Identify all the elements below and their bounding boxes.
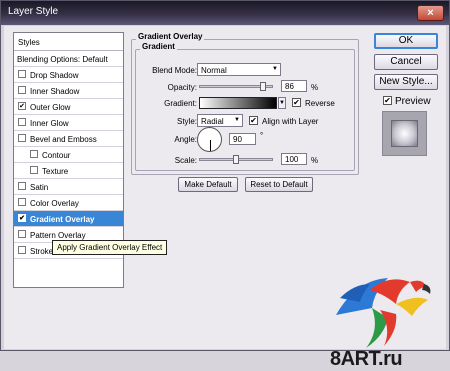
blend-mode-select[interactable]: Normal ▼: [197, 63, 281, 76]
checkmark-icon: ✔: [384, 96, 391, 105]
scale-input[interactable]: 100: [281, 153, 307, 165]
chevron-down-icon: ▼: [234, 117, 240, 123]
gradient-overlay-title: Gradient Overlay: [136, 32, 205, 41]
style-item-label: Stroke: [30, 247, 54, 256]
style-item-label: Texture: [42, 167, 69, 176]
style-item-label: Gradient Overlay: [30, 215, 95, 224]
style-item-checkbox[interactable]: [18, 118, 26, 126]
preview-swatch-inner: [391, 120, 418, 147]
close-button[interactable]: ×: [417, 5, 444, 21]
checkmark-icon: ✔: [250, 116, 257, 125]
angle-dial-needle: [210, 140, 211, 151]
style-item-checkbox[interactable]: [18, 246, 26, 254]
style-item[interactable]: Texture: [14, 163, 123, 179]
style-item-checkbox[interactable]: ✔: [18, 214, 26, 222]
opacity-input[interactable]: 86: [281, 80, 307, 92]
scale-slider-thumb[interactable]: [233, 155, 239, 164]
style-item-checkbox[interactable]: [18, 182, 26, 190]
scale-label: Scale:: [174, 156, 197, 165]
reset-to-default-button[interactable]: Reset to Default: [245, 177, 313, 192]
dialog-body: Styles Blending Options: Default Drop Sh…: [4, 26, 446, 370]
style-item[interactable]: Satin: [14, 179, 123, 195]
style-item[interactable]: Contour: [14, 147, 123, 163]
style-item-label: Color Overlay: [30, 199, 79, 208]
new-style-button[interactable]: New Style...: [374, 74, 438, 90]
style-item-label: Satin: [30, 183, 49, 192]
style-item[interactable]: Inner Shadow: [14, 83, 123, 99]
opacity-slider-thumb[interactable]: [259, 82, 266, 91]
align-with-layer-label: Align with Layer: [262, 117, 319, 126]
style-item[interactable]: Inner Glow: [14, 115, 123, 131]
style-item-label: Inner Glow: [30, 119, 69, 128]
style-item-checkbox[interactable]: [18, 86, 26, 94]
angle-input[interactable]: 90: [229, 133, 256, 145]
blend-mode-value: Normal: [201, 66, 227, 75]
style-item-label: Pattern Overlay: [30, 231, 86, 240]
angle-label: Angle:: [174, 135, 197, 144]
watermark-text: 8ART.ru: [330, 348, 403, 370]
style-blending-options[interactable]: Blending Options: Default: [14, 51, 123, 67]
style-item[interactable]: Drop Shadow: [14, 67, 123, 83]
style-label: Style:: [176, 117, 197, 126]
gradient-label: Gradient:: [164, 99, 197, 108]
preview-label: Preview: [395, 96, 431, 107]
angle-degree: °: [260, 131, 264, 140]
style-item-checkbox[interactable]: [30, 150, 38, 158]
ok-button[interactable]: OK: [374, 33, 438, 49]
style-item-checkbox[interactable]: [30, 166, 38, 174]
dialog-title: Layer Style: [8, 6, 59, 17]
preview-checkbox[interactable]: ✔: [383, 96, 392, 105]
style-item-label: Inner Shadow: [30, 87, 80, 96]
style-item-checkbox[interactable]: [18, 230, 26, 238]
layer-style-dialog: Layer Style × Styles Blending Options: D…: [0, 0, 450, 370]
reverse-checkbox[interactable]: ✔: [292, 98, 301, 107]
reverse-label: Reverse: [305, 99, 335, 108]
parrot-logo: [336, 278, 431, 348]
style-value: Radial: [201, 117, 224, 126]
opacity-percent: %: [311, 83, 319, 92]
style-item-checkbox[interactable]: [18, 198, 26, 206]
title-bar[interactable]: Layer Style ×: [1, 1, 449, 25]
parrot-wing-yellow: [396, 297, 428, 316]
style-item-checkbox[interactable]: [18, 134, 26, 142]
blend-mode-label: Blend Mode:: [152, 66, 197, 75]
checkmark-icon: ✔: [293, 98, 300, 107]
scale-percent: %: [311, 156, 319, 165]
gradient-picker-button[interactable]: ▼: [278, 97, 286, 109]
make-default-button[interactable]: Make Default: [178, 177, 238, 192]
chevron-down-icon: ▼: [279, 100, 285, 106]
close-icon: ×: [427, 7, 434, 19]
style-select[interactable]: Radial ▼: [197, 114, 243, 127]
gradient-swatch[interactable]: [199, 97, 277, 109]
style-item-label: Contour: [42, 151, 71, 160]
styles-list-header[interactable]: Styles: [14, 33, 123, 51]
gradient-overlay-group: Gradient Overlay Gradient Blend Mode: No…: [129, 32, 359, 175]
style-blending-options-label: Blending Options: Default: [17, 55, 108, 64]
style-item-label: Outer Glow: [30, 103, 71, 112]
style-item[interactable]: Color Overlay: [14, 195, 123, 211]
style-item-checkbox[interactable]: [18, 70, 26, 78]
style-item[interactable]: ✔ Outer Glow: [14, 99, 123, 115]
tooltip: Apply Gradient Overlay Effect: [52, 240, 168, 255]
cancel-button[interactable]: Cancel: [374, 54, 438, 70]
style-item[interactable]: ✔ Gradient Overlay: [14, 211, 123, 227]
style-item-checkbox[interactable]: ✔: [18, 102, 26, 110]
gradient-subtitle: Gradient: [140, 42, 177, 51]
opacity-label: Opacity:: [167, 83, 197, 92]
chevron-down-icon: ▼: [272, 66, 278, 72]
preview-swatch: [382, 111, 427, 156]
style-item-label: Bevel and Emboss: [30, 135, 97, 144]
style-item-label: Drop Shadow: [30, 71, 79, 80]
align-with-layer-checkbox[interactable]: ✔: [249, 116, 258, 125]
style-item[interactable]: Bevel and Emboss: [14, 131, 123, 147]
angle-dial[interactable]: [197, 127, 222, 152]
